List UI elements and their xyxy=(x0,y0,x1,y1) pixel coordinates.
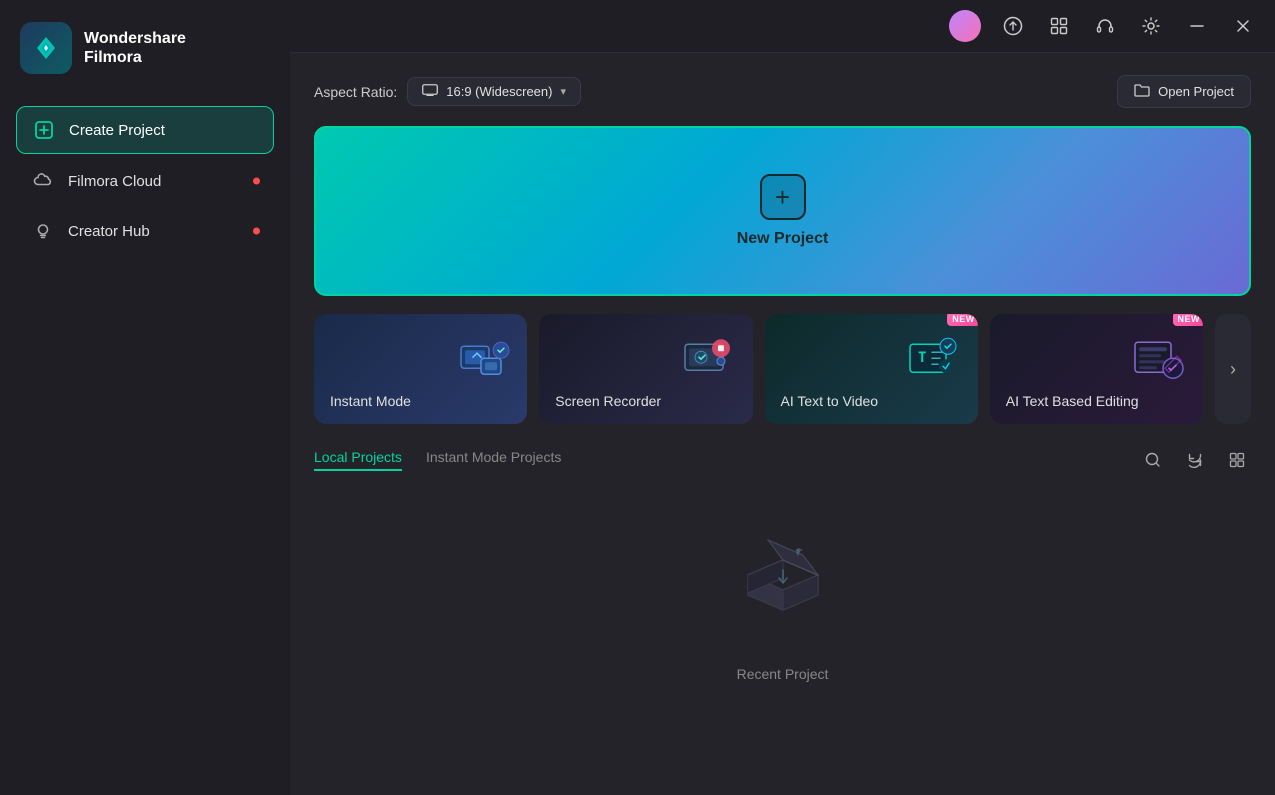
plus-square-icon xyxy=(33,119,55,141)
settings-icon xyxy=(1141,16,1161,36)
refresh-icon-btn[interactable] xyxy=(1181,446,1209,474)
aspect-ratio-row: Aspect Ratio: 16:9 (Widescreen) ▾ xyxy=(314,75,1251,108)
app-name: WondershareFilmora xyxy=(84,29,186,67)
grid-view-icon-btn[interactable] xyxy=(1223,446,1251,474)
cloud-icon xyxy=(32,170,54,192)
notification-badge xyxy=(253,228,260,235)
avatar[interactable] xyxy=(949,10,981,42)
search-icon xyxy=(1145,452,1161,468)
notification-badge xyxy=(253,178,260,185)
aspect-ratio-value: 16:9 (Widescreen) xyxy=(446,84,552,99)
settings-icon-btn[interactable] xyxy=(1137,12,1165,40)
close-btn[interactable] xyxy=(1229,12,1257,40)
ai-text-to-video-card[interactable]: NEW T AI Text to Video xyxy=(765,314,978,424)
new-badge-ai-text: NEW xyxy=(947,314,978,326)
search-icon-btn[interactable] xyxy=(1139,446,1167,474)
app-logo-icon xyxy=(20,22,72,74)
new-project-plus-box: + xyxy=(760,174,806,220)
upload-icon xyxy=(1003,16,1023,36)
tabs-right xyxy=(1139,446,1251,474)
empty-state-label: Recent Project xyxy=(737,666,829,682)
filmora-logo-svg xyxy=(31,33,61,63)
feature-cards-arrow-btn[interactable]: › xyxy=(1215,314,1251,424)
new-project-plus-icon: + xyxy=(775,184,790,210)
grid-apps-icon xyxy=(1049,16,1069,36)
sidebar-item-create-project[interactable]: Create Project xyxy=(16,106,274,154)
minimize-btn[interactable] xyxy=(1183,12,1211,40)
ai-text-based-editing-card[interactable]: NEW AI xyxy=(990,314,1203,424)
main-content: Aspect Ratio: 16:9 (Widescreen) ▾ xyxy=(290,0,1275,795)
logo-area: WondershareFilmora xyxy=(0,0,290,96)
chevron-right-icon: › xyxy=(1230,359,1236,380)
headset-icon-btn[interactable] xyxy=(1091,12,1119,40)
chevron-down-icon: ▾ xyxy=(560,85,566,98)
screen-recorder-card[interactable]: Screen Recorder xyxy=(539,314,752,424)
aspect-ratio-select[interactable]: 16:9 (Widescreen) ▾ xyxy=(407,77,581,106)
ai-text-based-editing-label: AI Text Based Editing xyxy=(990,378,1203,424)
open-project-button[interactable]: Open Project xyxy=(1117,75,1251,108)
headset-icon xyxy=(1095,16,1115,36)
instant-mode-label: Instant Mode xyxy=(314,378,527,424)
project-tabs: Local Projects Instant Mode Projects xyxy=(314,446,1251,474)
sidebar-item-label: Filmora Cloud xyxy=(68,173,161,190)
lightbulb-icon xyxy=(32,220,54,242)
open-project-label: Open Project xyxy=(1158,84,1234,99)
empty-state: Recent Project xyxy=(314,490,1251,702)
close-icon xyxy=(1236,19,1250,33)
sidebar-item-filmora-cloud[interactable]: Filmora Cloud xyxy=(16,158,274,204)
feature-cards-row: Instant Mode xyxy=(314,314,1251,424)
tab-instant-mode-projects[interactable]: Instant Mode Projects xyxy=(426,449,561,471)
new-badge-ai-edit: NEW xyxy=(1173,314,1204,326)
svg-text:T: T xyxy=(918,350,926,366)
content-area: Aspect Ratio: 16:9 (Widescreen) ▾ xyxy=(290,53,1275,795)
sidebar-item-label: Create Project xyxy=(69,122,165,139)
folder-icon xyxy=(1134,83,1150,100)
empty-box-icon xyxy=(723,530,843,650)
monitor-icon xyxy=(422,84,438,99)
ai-text-to-video-label: AI Text to Video xyxy=(765,378,978,424)
top-bar-right xyxy=(949,10,1257,42)
tab-local-projects[interactable]: Local Projects xyxy=(314,449,402,471)
grid-apps-icon-btn[interactable] xyxy=(1045,12,1073,40)
instant-mode-card[interactable]: Instant Mode xyxy=(314,314,527,424)
empty-box-svg xyxy=(723,530,843,650)
minimize-icon xyxy=(1189,18,1205,34)
upload-icon-btn[interactable] xyxy=(999,12,1027,40)
tabs-left: Local Projects Instant Mode Projects xyxy=(314,449,561,471)
logo-text: WondershareFilmora xyxy=(84,29,186,67)
grid-view-icon xyxy=(1229,452,1245,468)
sidebar-item-creator-hub[interactable]: Creator Hub xyxy=(16,208,274,254)
screen-recorder-label: Screen Recorder xyxy=(539,378,752,424)
top-bar xyxy=(290,0,1275,53)
sidebar-nav: Create Project Filmora Cloud Creator Hub xyxy=(0,96,290,264)
sidebar-item-label: Creator Hub xyxy=(68,223,150,240)
refresh-icon xyxy=(1187,452,1203,468)
new-project-banner[interactable]: + New Project xyxy=(314,126,1251,296)
sidebar: WondershareFilmora Create Project Filmor… xyxy=(0,0,290,795)
new-project-label: New Project xyxy=(737,230,829,248)
aspect-ratio-label: Aspect Ratio: xyxy=(314,84,397,100)
